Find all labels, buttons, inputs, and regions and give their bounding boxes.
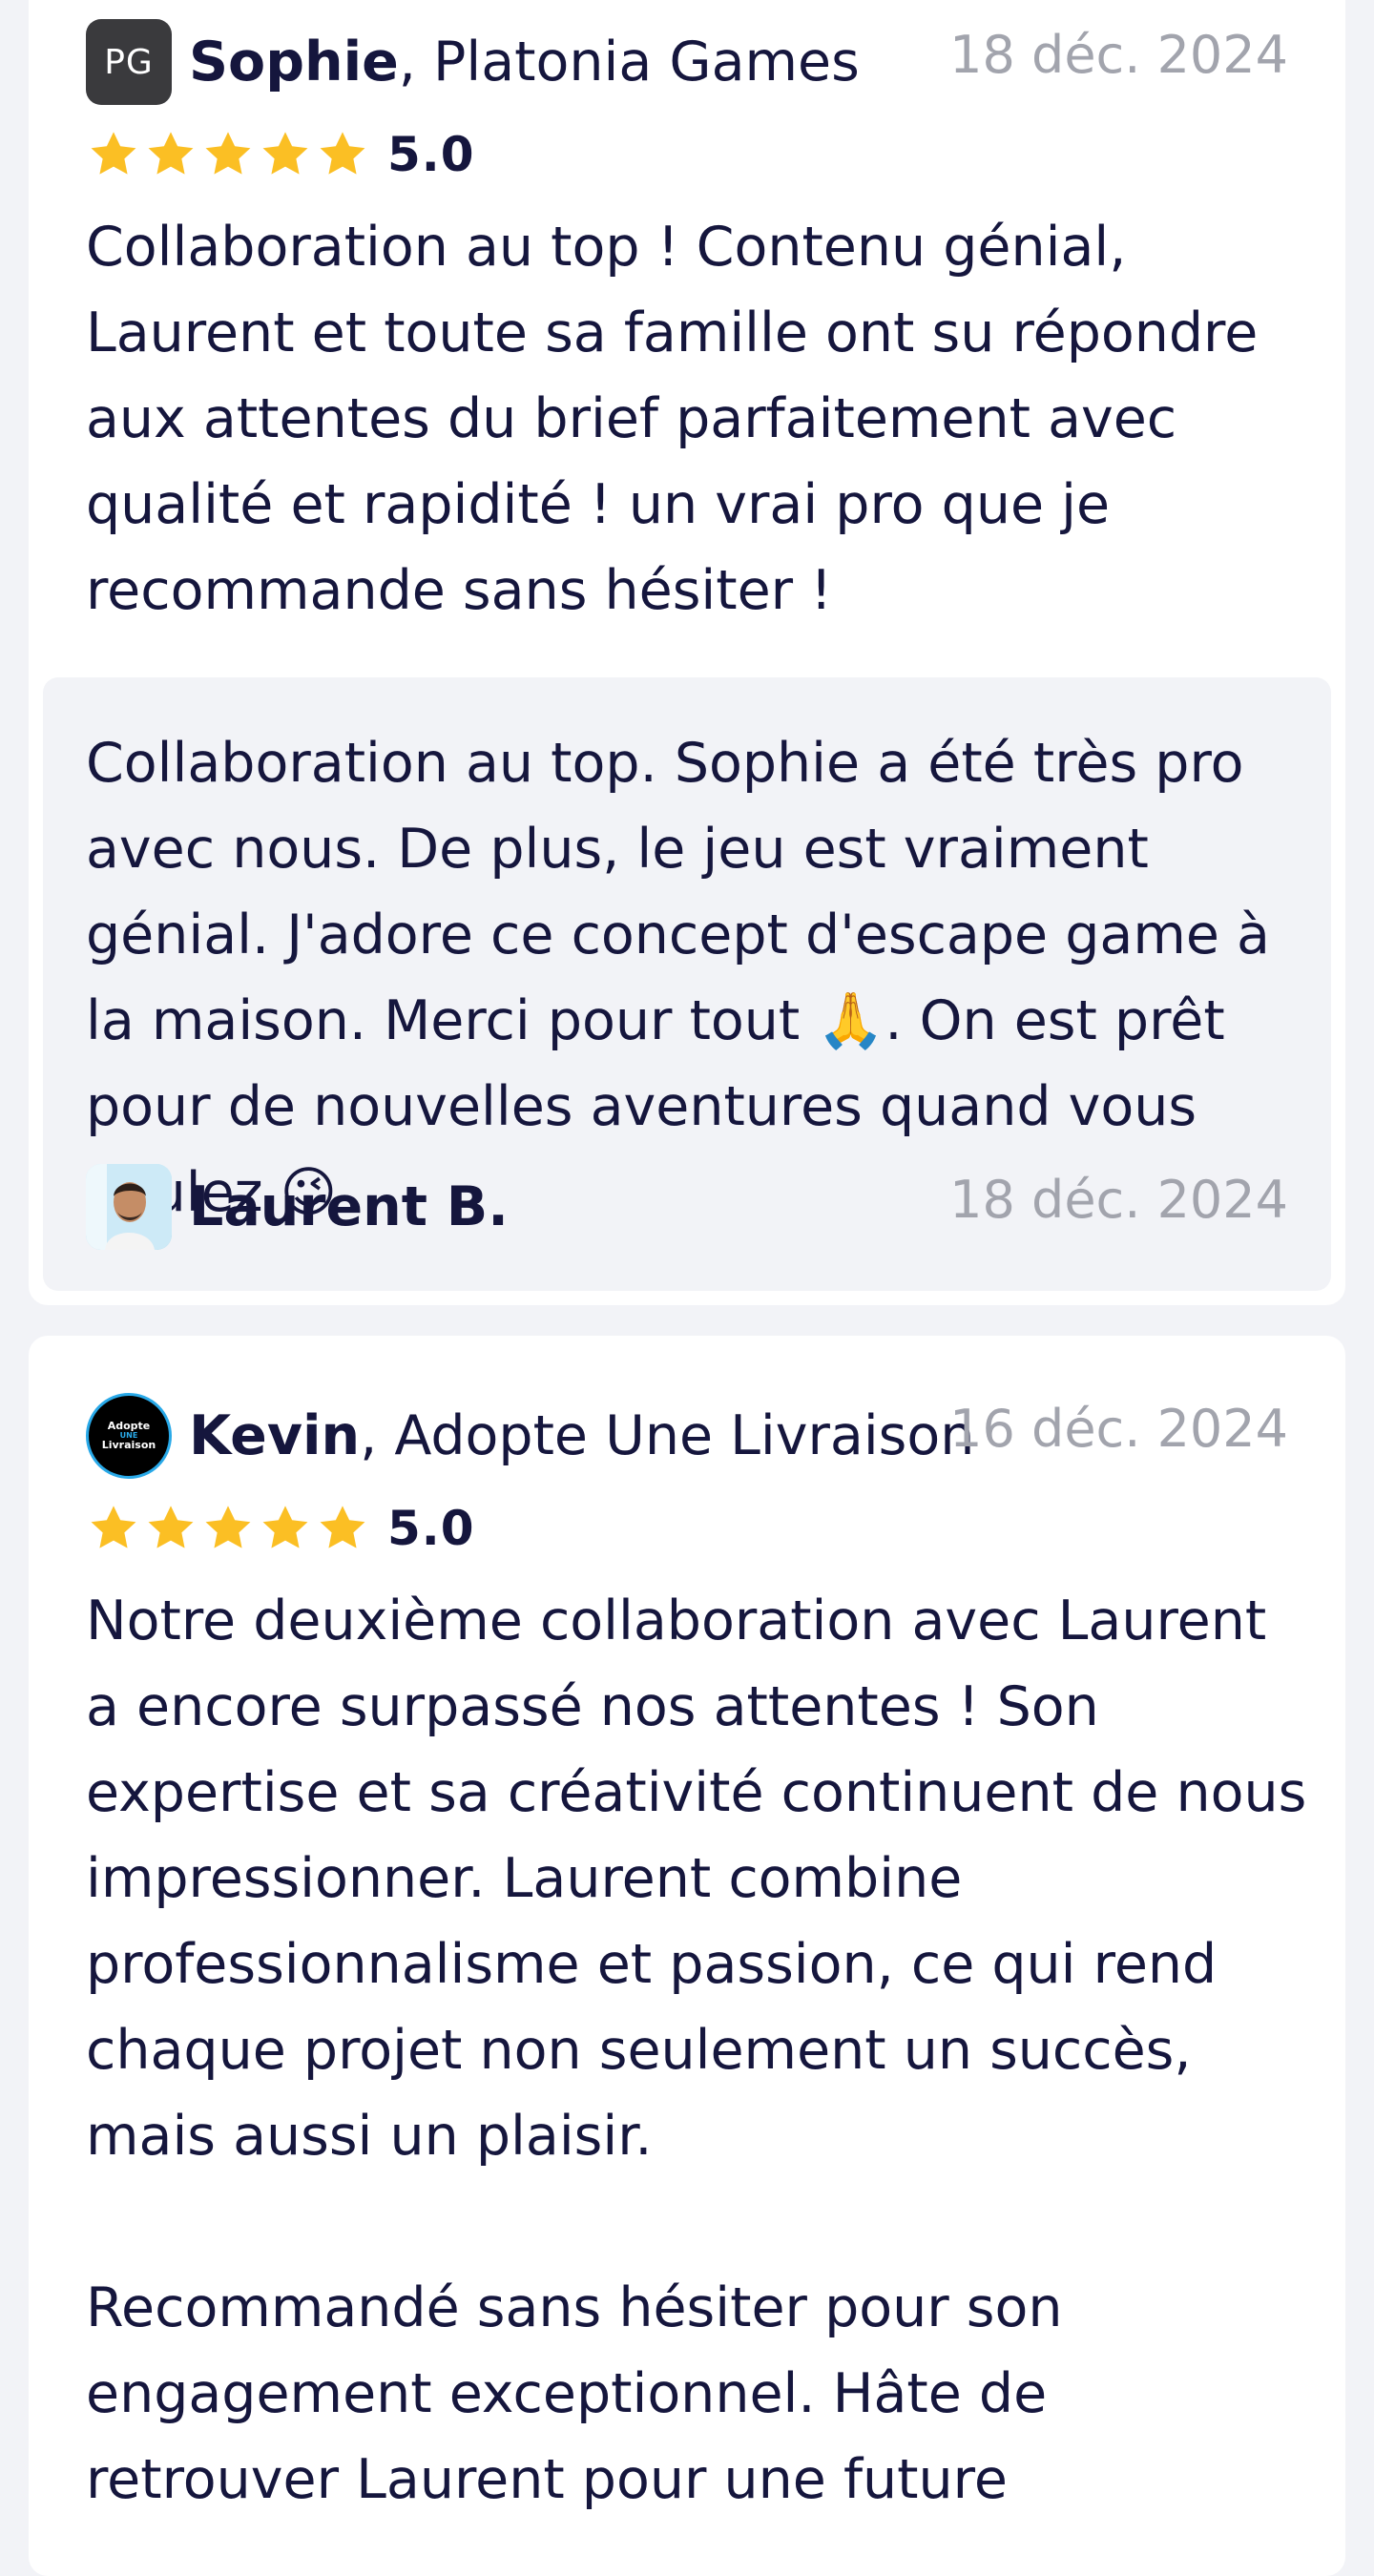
reviewer-company: , Platonia Games [398, 31, 860, 93]
rating-score: 5.0 [387, 1501, 475, 1556]
rating-stars [86, 127, 370, 182]
reviewer-company: , Adopte Une Livraison [360, 1404, 975, 1467]
star-icon [320, 132, 365, 175]
reviewer-name: Sophie [189, 31, 399, 93]
logo-text: Livraison [101, 1439, 156, 1452]
review-date: 18 déc. 2024 [949, 25, 1288, 85]
review-header: PG Sophie, Platonia Games 18 déc. 2024 [86, 19, 1288, 105]
rating-stars [86, 1501, 370, 1556]
rating: 5.0 [86, 1500, 475, 1557]
star-icon [205, 1506, 251, 1548]
star-icon [262, 132, 308, 175]
reply-text: Collaboration au top. Sophie a été très … [86, 732, 1270, 1224]
company-logo-avatar: Adopte UNE Livraison [86, 1393, 172, 1479]
reply-header: Laurent B. 18 déc. 2024 [86, 1164, 1288, 1250]
reviewer-name: Kevin [189, 1404, 361, 1467]
review-date: 16 déc. 2024 [949, 1399, 1288, 1459]
star-icon [91, 132, 136, 175]
star-icon [262, 1506, 308, 1548]
reply-date: 18 déc. 2024 [949, 1170, 1288, 1230]
review-text: Collaboration au top ! Contenu génial, L… [86, 216, 1259, 622]
company-avatar: PG [86, 19, 172, 105]
rating: 5.0 [86, 126, 475, 183]
star-icon [320, 1506, 365, 1548]
reply-author-name: Laurent B. [189, 1175, 509, 1238]
review-card: PG Sophie, Platonia Games 18 déc. 2024 5… [29, 0, 1345, 1305]
star-icon [148, 1506, 194, 1548]
review-header: Adopte UNE Livraison Kevin, Adopte Une L… [86, 1393, 1288, 1479]
review-text: Notre deuxième collaboration avec Lauren… [86, 1589, 1307, 2511]
owner-reply: Collaboration au top. Sophie a été très … [43, 677, 1331, 1291]
star-icon [205, 132, 251, 175]
star-icon [148, 132, 194, 175]
reviewer-line: Kevin, Adopte Une Livraison [189, 1402, 974, 1469]
reviewer-line: Sophie, Platonia Games [189, 29, 860, 95]
rating-score: 5.0 [387, 127, 475, 182]
star-icon [91, 1506, 136, 1548]
reply-avatar [86, 1164, 172, 1250]
person-photo-icon [86, 1164, 172, 1250]
